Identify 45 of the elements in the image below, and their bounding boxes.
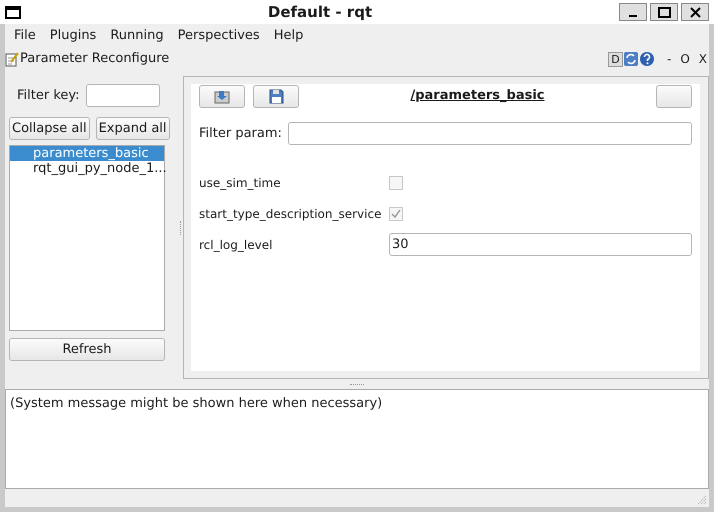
system-message: (System message might be shown here when necessary) bbox=[10, 396, 382, 411]
maximize-icon bbox=[658, 6, 670, 18]
node-item[interactable]: parameters_basic bbox=[10, 146, 164, 161]
window-title: Default - rqt bbox=[266, 2, 374, 23]
maximize-button[interactable] bbox=[650, 3, 678, 21]
param-name: rcl_log_level bbox=[199, 236, 274, 254]
minimize-button[interactable] bbox=[619, 3, 647, 21]
filter-param-field[interactable] bbox=[288, 122, 692, 145]
filter-key-label: Filter key: bbox=[17, 86, 80, 105]
d-button[interactable]: D bbox=[608, 52, 623, 66]
filter-key-field[interactable] bbox=[86, 84, 160, 107]
refresh-button[interactable]: Refresh bbox=[9, 338, 165, 361]
menu-item[interactable]: Perspectives bbox=[170, 26, 267, 46]
import-icon bbox=[214, 88, 230, 104]
floppy-icon bbox=[268, 88, 284, 104]
menu-item[interactable]: Plugins bbox=[42, 26, 104, 46]
window-icon bbox=[5, 6, 21, 18]
load-button[interactable] bbox=[199, 84, 245, 108]
size-grip-icon[interactable] bbox=[697, 495, 707, 505]
notepad-icon bbox=[5, 52, 19, 66]
param-name: start_type_description_service bbox=[199, 206, 382, 222]
node-title: /parameters_basic bbox=[409, 87, 546, 106]
check-icon bbox=[391, 208, 401, 218]
dock-control[interactable]: O bbox=[680, 50, 690, 68]
filter-param-label: Filter param: bbox=[199, 124, 282, 143]
help-icon[interactable] bbox=[638, 51, 655, 67]
refresh-icon[interactable] bbox=[622, 51, 639, 67]
menu-item[interactable]: File bbox=[7, 26, 43, 46]
save-button[interactable] bbox=[253, 84, 299, 108]
collapse-all-button[interactable]: Collapse all bbox=[9, 117, 90, 140]
close-button[interactable] bbox=[681, 3, 709, 21]
menu-item[interactable]: Help bbox=[266, 26, 310, 46]
expand-all-button[interactable]: Expand all bbox=[96, 117, 170, 140]
dock-title: Parameter Reconfigure bbox=[20, 50, 170, 68]
param-checkbox[interactable] bbox=[389, 176, 403, 190]
close-icon bbox=[690, 6, 700, 18]
param-checkbox[interactable] bbox=[389, 206, 403, 220]
dock-control[interactable]: X bbox=[698, 50, 707, 68]
menu-item[interactable]: Running bbox=[103, 26, 171, 46]
node-item[interactable]: rqt_gui_py_node_1... bbox=[10, 161, 164, 176]
minimize-icon bbox=[629, 15, 637, 17]
param-name: use_sim_time bbox=[199, 174, 282, 192]
dock-control[interactable]: - bbox=[666, 50, 672, 68]
blank-button[interactable] bbox=[656, 84, 692, 108]
param-value-field[interactable]: 30 bbox=[389, 233, 692, 256]
